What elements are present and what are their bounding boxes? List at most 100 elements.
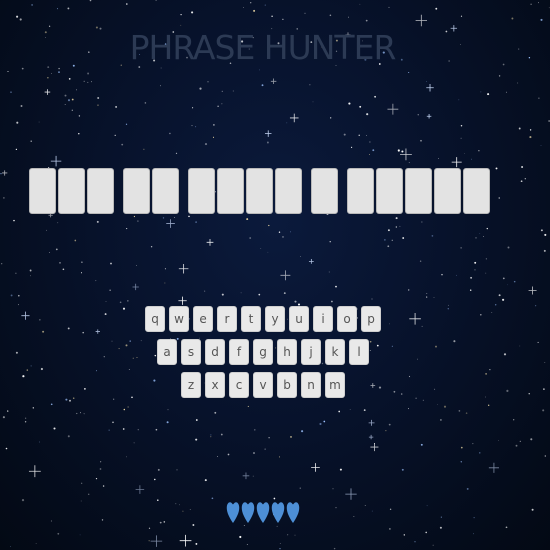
star xyxy=(232,90,234,92)
star xyxy=(358,134,360,136)
star xyxy=(175,152,178,155)
star xyxy=(517,82,519,84)
star xyxy=(351,146,353,148)
star xyxy=(258,293,261,296)
key-e[interactable]: e xyxy=(193,306,213,332)
star xyxy=(271,15,273,17)
key-d[interactable]: d xyxy=(205,339,225,365)
star xyxy=(217,456,218,458)
star xyxy=(249,237,252,239)
key-y[interactable]: y xyxy=(265,306,285,332)
star xyxy=(528,57,531,59)
key-w[interactable]: w xyxy=(169,306,189,332)
star xyxy=(195,419,198,421)
star xyxy=(505,91,507,93)
star xyxy=(221,293,224,296)
key-b[interactable]: b xyxy=(277,372,297,398)
key-p[interactable]: p xyxy=(361,306,381,332)
sparkle-star xyxy=(370,443,379,452)
hidden-letter-tile xyxy=(347,168,374,214)
star xyxy=(64,103,66,106)
key-g[interactable]: g xyxy=(253,339,273,365)
star xyxy=(59,262,61,264)
key-a[interactable]: a xyxy=(157,339,177,365)
key-r[interactable]: r xyxy=(217,306,237,332)
sparkle-star xyxy=(179,534,192,547)
star xyxy=(529,136,532,139)
sparkle-star xyxy=(311,463,320,472)
star xyxy=(519,440,521,443)
key-n[interactable]: n xyxy=(301,372,321,398)
star xyxy=(538,2,539,4)
star xyxy=(80,412,81,414)
key-q[interactable]: q xyxy=(145,306,165,332)
key-z[interactable]: z xyxy=(181,372,201,398)
star xyxy=(246,544,248,545)
star xyxy=(58,71,60,73)
star xyxy=(204,479,207,482)
lives-scoreboard xyxy=(226,500,300,524)
star xyxy=(67,7,70,10)
star xyxy=(479,452,481,454)
star xyxy=(74,239,77,242)
star xyxy=(433,297,435,298)
key-t[interactable]: t xyxy=(241,306,261,332)
star xyxy=(498,294,501,297)
key-f[interactable]: f xyxy=(229,339,249,365)
star xyxy=(80,500,82,502)
star xyxy=(83,413,85,415)
star xyxy=(179,504,180,506)
heart-icon xyxy=(271,502,285,523)
star xyxy=(513,280,516,283)
star xyxy=(239,535,242,539)
sparkle-star xyxy=(400,148,412,161)
star xyxy=(472,443,474,445)
hidden-letter-tile xyxy=(463,168,490,214)
star xyxy=(515,444,518,447)
star xyxy=(544,455,546,457)
star xyxy=(309,84,311,86)
star xyxy=(119,301,122,304)
star xyxy=(543,388,545,390)
star xyxy=(439,418,442,421)
key-k[interactable]: k xyxy=(325,339,345,365)
star xyxy=(71,109,73,111)
star xyxy=(195,221,197,223)
star xyxy=(91,81,92,83)
star xyxy=(47,77,49,79)
key-v[interactable]: v xyxy=(253,372,273,398)
key-s[interactable]: s xyxy=(181,339,201,365)
star xyxy=(440,516,442,518)
star xyxy=(38,121,40,123)
key-x[interactable]: x xyxy=(205,372,225,398)
star xyxy=(2,416,5,419)
star xyxy=(408,408,409,410)
key-i[interactable]: i xyxy=(313,306,333,332)
star xyxy=(137,220,139,222)
key-j[interactable]: j xyxy=(301,339,321,365)
star xyxy=(283,292,286,295)
star xyxy=(76,89,77,91)
sparkle-star xyxy=(135,485,145,494)
star xyxy=(407,289,410,291)
star xyxy=(57,532,60,535)
star xyxy=(319,422,322,426)
star xyxy=(299,487,301,489)
star xyxy=(403,534,405,536)
star xyxy=(385,430,387,432)
star xyxy=(511,17,514,20)
key-h[interactable]: h xyxy=(277,339,297,365)
key-o[interactable]: o xyxy=(337,306,357,332)
star xyxy=(164,268,166,270)
star xyxy=(29,269,32,272)
star xyxy=(55,248,58,251)
key-l[interactable]: l xyxy=(349,339,369,365)
star xyxy=(460,137,462,139)
key-c[interactable]: c xyxy=(229,372,249,398)
star xyxy=(80,272,83,274)
star xyxy=(282,236,284,238)
key-m[interactable]: m xyxy=(325,372,345,398)
key-u[interactable]: u xyxy=(289,306,309,332)
star xyxy=(221,90,223,93)
star xyxy=(530,3,532,5)
